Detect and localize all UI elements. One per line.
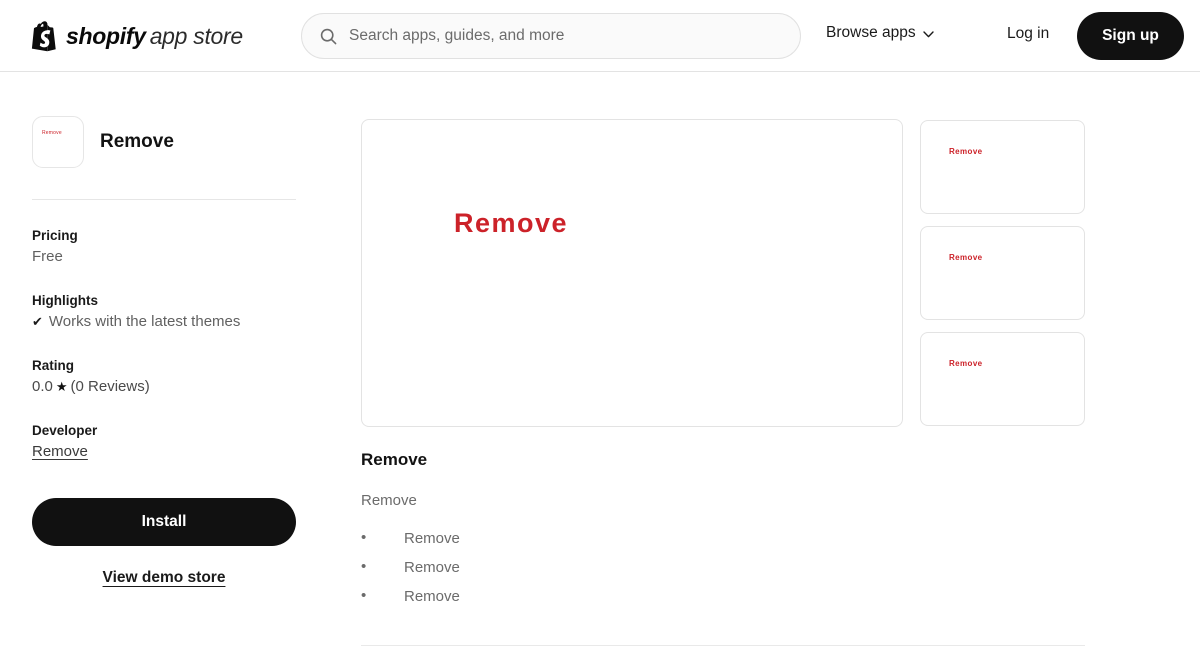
rating-review-count: (0 Reviews) (70, 378, 150, 395)
thumbnail-item[interactable]: Remove (920, 120, 1085, 214)
chevron-down-icon (922, 29, 934, 38)
search-bar[interactable] (301, 13, 801, 59)
thumbnail-item[interactable]: Remove (920, 332, 1085, 426)
search-icon (320, 28, 337, 45)
app-header: Remove Remove (32, 116, 297, 168)
log-in-link[interactable]: Log in (1007, 25, 1049, 43)
app-icon: Remove (32, 116, 84, 168)
developer-label: Developer (32, 423, 98, 438)
browse-apps-label: Browse apps (826, 24, 916, 41)
install-button[interactable]: Install (32, 498, 296, 546)
search-input[interactable] (349, 27, 782, 45)
highlights-label: Highlights (32, 293, 98, 308)
list-item: Remove (361, 587, 921, 605)
sign-up-button[interactable]: Sign up (1077, 12, 1184, 60)
thumbnail-text: Remove (949, 253, 983, 262)
shopify-app-store-logo[interactable]: shopify app store (31, 17, 243, 55)
shopify-bag-icon (31, 20, 59, 52)
logo-wordmark: shopify app store (66, 23, 243, 50)
description-paragraph: Remove (361, 492, 417, 509)
logo-suffix-text: app store (149, 22, 244, 49)
rating-section: Rating 0.0 ★ (0 Reviews) (32, 358, 297, 395)
highlights-section: Highlights ✔ Works with the latest theme… (32, 293, 297, 330)
app-icon-label: Remove (42, 130, 62, 136)
thumbnail-text: Remove (949, 147, 983, 156)
pricing-value: Free (32, 248, 63, 265)
section-divider (361, 645, 1085, 646)
browse-apps-menu[interactable]: Browse apps (826, 24, 934, 42)
site-header: shopifyapp store Browse apps Log in Sign… (0, 0, 1200, 72)
hero-screenshot[interactable]: Remove (361, 119, 903, 427)
star-icon: ★ (55, 378, 68, 394)
thumbnail-list: Remove Remove Remove (920, 120, 1085, 438)
list-item: Remove (361, 558, 921, 576)
sidebar-divider (32, 199, 296, 200)
thumbnail-text: Remove (949, 359, 983, 368)
view-demo-store-link[interactable]: View demo store (32, 569, 296, 587)
pricing-section: Pricing Free (32, 228, 297, 265)
highlight-item: ✔ Works with the latest themes (32, 313, 297, 330)
rating-score: 0.0 (32, 378, 53, 395)
list-item: Remove (361, 529, 921, 547)
description-bullet-list: Remove Remove Remove (361, 529, 921, 605)
app-sidebar: Remove Remove Pricing Free Highlights ✔ … (32, 116, 297, 587)
page-title: Remove (100, 131, 174, 152)
rating-label: Rating (32, 358, 74, 373)
logo-brand-text: shopify (66, 22, 146, 49)
highlight-text: Works with the latest themes (48, 313, 241, 330)
pricing-label: Pricing (32, 228, 78, 243)
app-description: Remove Remove Remove Remove Remove (361, 450, 921, 617)
thumbnail-item[interactable]: Remove (920, 226, 1085, 320)
description-title: Remove (361, 450, 428, 469)
hero-screenshot-text: Remove (454, 208, 569, 238)
check-icon: ✔ (32, 314, 43, 329)
developer-section: Developer Remove (32, 423, 297, 461)
rating-value: 0.0 ★ (0 Reviews) (32, 378, 297, 395)
developer-link[interactable]: Remove (32, 443, 88, 460)
